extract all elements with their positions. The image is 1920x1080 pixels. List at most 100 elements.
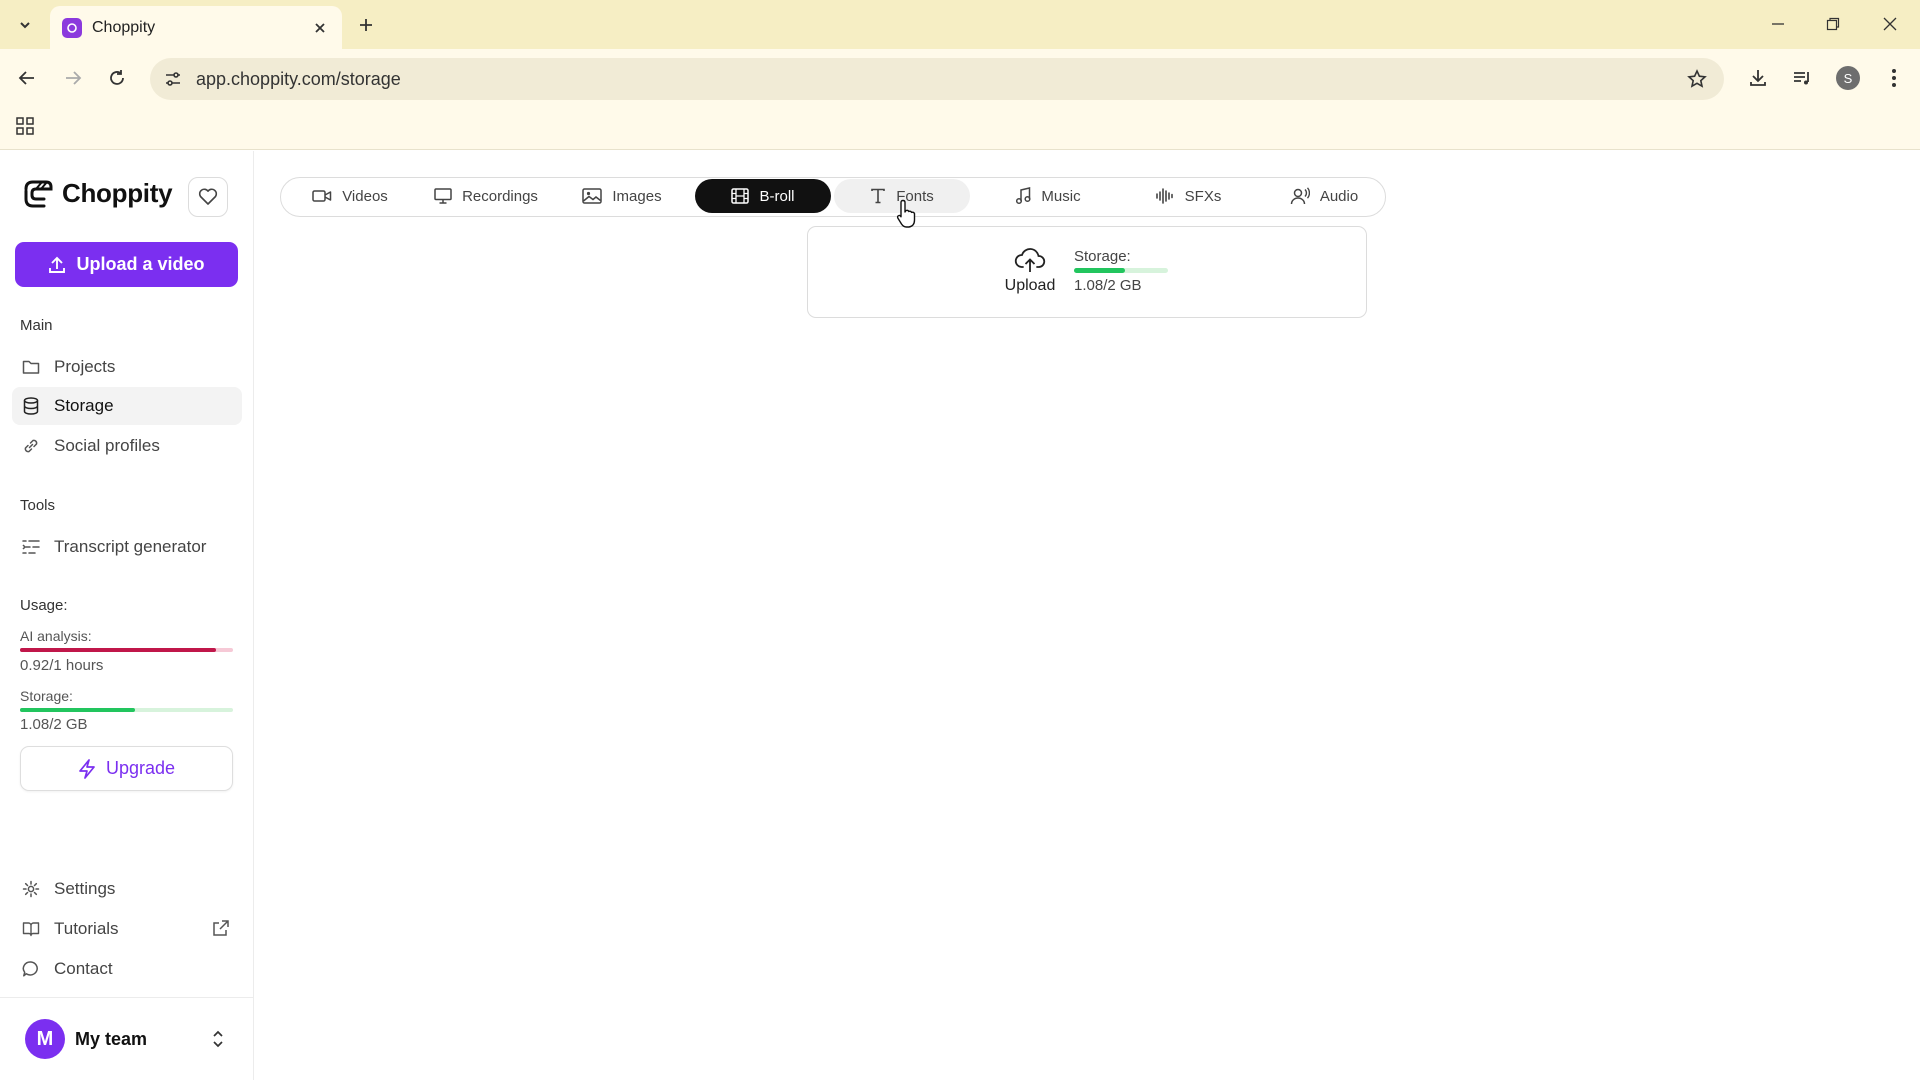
tab-label: Recordings bbox=[462, 187, 538, 205]
sidebar-item-contact[interactable]: Contact bbox=[12, 950, 242, 988]
chat-icon bbox=[20, 958, 42, 980]
tab-label: Images bbox=[612, 187, 662, 205]
folder-icon bbox=[20, 356, 42, 378]
choppity-favicon-icon bbox=[62, 17, 82, 38]
database-icon bbox=[20, 395, 42, 417]
music-icon bbox=[1016, 187, 1031, 205]
upload-file-button[interactable]: Upload bbox=[1003, 247, 1057, 295]
storage-usage-progress-fill bbox=[20, 708, 136, 712]
chevron-up-down-icon[interactable] bbox=[208, 1027, 228, 1051]
team-name[interactable]: My team bbox=[75, 1029, 147, 1050]
lightning-icon bbox=[79, 758, 95, 779]
sidebar-item-storage[interactable]: Storage bbox=[12, 387, 242, 425]
external-link-icon bbox=[212, 919, 230, 942]
ai-analysis-label: AI analysis: bbox=[20, 628, 92, 644]
reload-icon bbox=[110, 70, 124, 85]
minimize-button[interactable] bbox=[1758, 8, 1798, 40]
more-menu-icon[interactable] bbox=[1878, 62, 1910, 94]
ai-analysis-progress bbox=[20, 648, 233, 652]
mouse-pointer-icon bbox=[896, 199, 918, 234]
card-storage-value: 1.08/2 GB bbox=[1074, 277, 1142, 294]
upload-video-button[interactable]: Upload a video bbox=[15, 242, 238, 287]
restore-icon bbox=[1826, 17, 1840, 31]
sidebar-item-settings[interactable]: Settings bbox=[12, 870, 242, 908]
forward-button[interactable] bbox=[57, 62, 89, 94]
film-icon bbox=[731, 188, 750, 204]
close-icon bbox=[1883, 17, 1897, 31]
sidebar-item-label: Projects bbox=[54, 357, 116, 376]
downloads-icon[interactable] bbox=[1742, 62, 1774, 94]
close-window-button[interactable] bbox=[1870, 8, 1910, 40]
sidebar-item-tutorials[interactable]: Tutorials bbox=[12, 910, 242, 948]
ai-analysis-value: 0.92/1 hours bbox=[20, 657, 104, 674]
apps-grid-icon[interactable] bbox=[12, 113, 38, 139]
upload-icon bbox=[49, 256, 66, 273]
card-storage-label: Storage: bbox=[1074, 248, 1131, 265]
close-tab-icon[interactable] bbox=[306, 14, 334, 42]
storage-usage-value: 1.08/2 GB bbox=[20, 716, 88, 733]
media-control-icon[interactable] bbox=[1786, 62, 1818, 94]
favorite-button[interactable] bbox=[188, 177, 228, 217]
tab-label: Audio bbox=[1319, 187, 1359, 205]
waveform-icon bbox=[1155, 188, 1173, 204]
team-avatar[interactable]: M bbox=[25, 1019, 65, 1059]
restore-button[interactable] bbox=[1813, 8, 1853, 40]
tab-music[interactable]: Music bbox=[986, 179, 1110, 213]
url-text[interactable]: app.choppity.com/storage bbox=[196, 69, 401, 90]
chevron-down-icon bbox=[20, 22, 30, 29]
bookmarks-bar bbox=[0, 101, 1920, 150]
ai-analysis-progress-fill bbox=[20, 648, 216, 652]
sidebar-item-label: Settings bbox=[54, 879, 116, 898]
browser-tab[interactable]: Choppity bbox=[50, 6, 342, 49]
tab-title: Choppity bbox=[92, 18, 156, 36]
sidebar-item-projects[interactable]: Projects bbox=[12, 348, 242, 386]
voice-icon bbox=[1290, 187, 1310, 205]
upgrade-label: Upgrade bbox=[105, 758, 176, 778]
arrow-right-icon bbox=[66, 71, 82, 85]
choppity-logo-icon bbox=[24, 180, 53, 207]
tab-label: Music bbox=[1041, 187, 1081, 205]
section-label-usage: Usage: bbox=[20, 597, 68, 614]
gear-icon bbox=[20, 878, 42, 900]
bookmark-star-icon[interactable] bbox=[1682, 64, 1712, 94]
upload-video-label: Upload a video bbox=[76, 254, 205, 274]
upload-label: Upload bbox=[1004, 277, 1056, 294]
link-icon bbox=[20, 435, 42, 457]
card-storage-progress bbox=[1074, 268, 1168, 273]
brand-logo[interactable]: Choppity bbox=[22, 178, 173, 209]
image-icon bbox=[582, 188, 603, 204]
tab-recordings[interactable]: Recordings bbox=[424, 179, 548, 213]
tab-search-button[interactable] bbox=[12, 12, 38, 38]
tab-videos[interactable]: Videos bbox=[300, 179, 400, 213]
sidebar-item-label: Contact bbox=[54, 959, 113, 978]
section-label-main: Main bbox=[20, 317, 53, 334]
tab-b-roll[interactable]: B-roll bbox=[695, 179, 831, 213]
reload-button[interactable] bbox=[101, 62, 133, 94]
card-storage-progress-fill bbox=[1074, 268, 1125, 273]
cloud-upload-icon bbox=[1014, 248, 1046, 272]
transcript-icon bbox=[20, 536, 42, 558]
tab-sfxs[interactable]: SFXs bbox=[1126, 179, 1250, 213]
new-tab-button[interactable] bbox=[352, 11, 380, 39]
tab-label: Videos bbox=[342, 187, 388, 205]
sidebar-item-label: Storage bbox=[54, 396, 114, 415]
video-icon bbox=[312, 190, 332, 202]
heart-icon bbox=[198, 188, 218, 205]
sidebar-item-label: Transcript generator bbox=[54, 537, 207, 556]
upgrade-button[interactable]: Upgrade bbox=[20, 746, 233, 791]
tab-images[interactable]: Images bbox=[572, 179, 672, 213]
minimize-icon bbox=[1772, 23, 1784, 25]
back-button[interactable] bbox=[11, 62, 43, 94]
brand-name: Choppity bbox=[62, 178, 173, 208]
storage-usage-label: Storage: bbox=[20, 688, 73, 704]
type-icon bbox=[871, 188, 886, 204]
profile-avatar[interactable]: S bbox=[1836, 66, 1860, 90]
site-info-icon[interactable] bbox=[160, 66, 186, 92]
arrow-left-icon bbox=[18, 71, 34, 85]
sidebar-item-transcript-generator[interactable]: Transcript generator bbox=[12, 528, 242, 566]
sidebar-item-label: Social profiles bbox=[54, 436, 160, 455]
sidebar-item-social-profiles[interactable]: Social profiles bbox=[12, 427, 242, 465]
monitor-icon bbox=[434, 188, 452, 204]
book-icon bbox=[20, 918, 42, 940]
tab-audio[interactable]: Audio bbox=[1262, 179, 1386, 213]
